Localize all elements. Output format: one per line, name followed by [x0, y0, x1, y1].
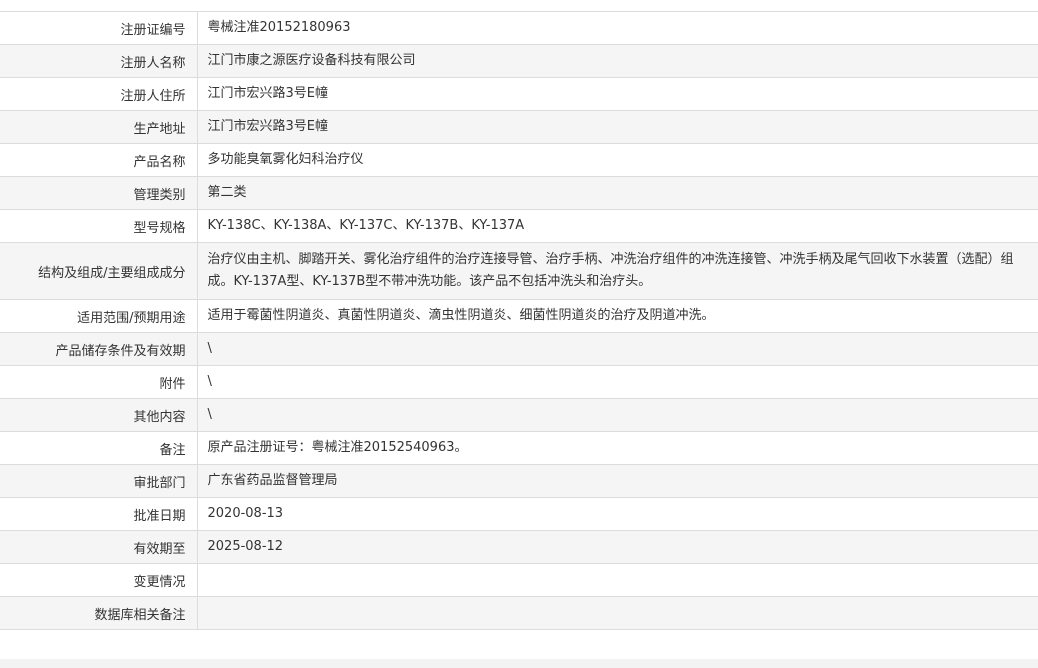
row-label: 注册证编号	[0, 11, 198, 45]
row-value: 第二类	[197, 176, 1038, 210]
row-label: 管理类别	[0, 176, 198, 210]
table-row: 管理类别 第二类	[0, 176, 1038, 210]
table-row: 注册人名称 江门市康之源医疗设备科技有限公司	[0, 44, 1038, 78]
row-value: 原产品注册证号：粤械注准20152540963。	[197, 431, 1038, 465]
row-value: \	[197, 365, 1038, 399]
row-label: 变更情况	[0, 563, 198, 597]
row-value: KY-138C、KY-138A、KY-137C、KY-137B、KY-137A	[197, 209, 1038, 243]
table-row: 结构及组成/主要组成成分 治疗仪由主机、脚踏开关、雾化治疗组件的治疗连接导管、治…	[0, 242, 1038, 300]
row-value: 多功能臭氧雾化妇科治疗仪	[197, 143, 1038, 177]
row-label: 有效期至	[0, 530, 198, 564]
row-label: 其他内容	[0, 398, 198, 432]
row-value: 治疗仪由主机、脚踏开关、雾化治疗组件的治疗连接导管、治疗手柄、冲洗治疗组件的冲洗…	[197, 242, 1038, 300]
table-row: 有效期至 2025-08-12	[0, 530, 1038, 564]
table-row: 批准日期 2020-08-13	[0, 497, 1038, 531]
row-value: \	[197, 398, 1038, 432]
row-value: 适用于霉菌性阴道炎、真菌性阴道炎、滴虫性阴道炎、细菌性阴道炎的治疗及阴道冲洗。	[197, 299, 1038, 333]
row-label: 产品名称	[0, 143, 198, 177]
table-row: 变更情况	[0, 563, 1038, 597]
table-row: 型号规格 KY-138C、KY-138A、KY-137C、KY-137B、KY-…	[0, 209, 1038, 243]
row-label: 产品储存条件及有效期	[0, 332, 198, 366]
row-label: 注册人住所	[0, 77, 198, 111]
row-label: 生产地址	[0, 110, 198, 144]
row-value	[197, 563, 1038, 597]
table-row: 附件 \	[0, 365, 1038, 399]
row-label: 附件	[0, 365, 198, 399]
row-value: 江门市康之源医疗设备科技有限公司	[197, 44, 1038, 78]
table-row: 数据库相关备注	[0, 596, 1038, 630]
table-row: 注册人住所 江门市宏兴路3号E幢	[0, 77, 1038, 111]
table-row: 产品储存条件及有效期 \	[0, 332, 1038, 366]
row-value: 广东省药品监督管理局	[197, 464, 1038, 498]
registration-detail-table: 注册证编号 粤械注准20152180963 注册人名称 江门市康之源医疗设备科技…	[0, 11, 1038, 630]
table-row: 生产地址 江门市宏兴路3号E幢	[0, 110, 1038, 144]
table-row: 产品名称 多功能臭氧雾化妇科治疗仪	[0, 143, 1038, 177]
registration-detail-page: 注册证编号 粤械注准20152180963 注册人名称 江门市康之源医疗设备科技…	[0, 0, 1038, 668]
top-spacer	[0, 0, 1038, 11]
row-label: 适用范围/预期用途	[0, 299, 198, 333]
row-value: 粤械注准20152180963	[197, 11, 1038, 45]
table-row: 适用范围/预期用途 适用于霉菌性阴道炎、真菌性阴道炎、滴虫性阴道炎、细菌性阴道炎…	[0, 299, 1038, 333]
footer-strip	[0, 659, 1038, 668]
row-label: 型号规格	[0, 209, 198, 243]
row-value: 2025-08-12	[197, 530, 1038, 564]
row-value: 江门市宏兴路3号E幢	[197, 110, 1038, 144]
row-label: 数据库相关备注	[0, 596, 198, 630]
row-value	[197, 596, 1038, 630]
row-label: 注册人名称	[0, 44, 198, 78]
row-value: 2020-08-13	[197, 497, 1038, 531]
table-row: 注册证编号 粤械注准20152180963	[0, 11, 1038, 45]
table-row: 其他内容 \	[0, 398, 1038, 432]
row-label: 备注	[0, 431, 198, 465]
row-label: 批准日期	[0, 497, 198, 531]
table-row: 审批部门 广东省药品监督管理局	[0, 464, 1038, 498]
row-label: 结构及组成/主要组成成分	[0, 242, 198, 300]
row-value: \	[197, 332, 1038, 366]
row-label: 审批部门	[0, 464, 198, 498]
table-row: 备注 原产品注册证号：粤械注准20152540963。	[0, 431, 1038, 465]
row-value: 江门市宏兴路3号E幢	[197, 77, 1038, 111]
